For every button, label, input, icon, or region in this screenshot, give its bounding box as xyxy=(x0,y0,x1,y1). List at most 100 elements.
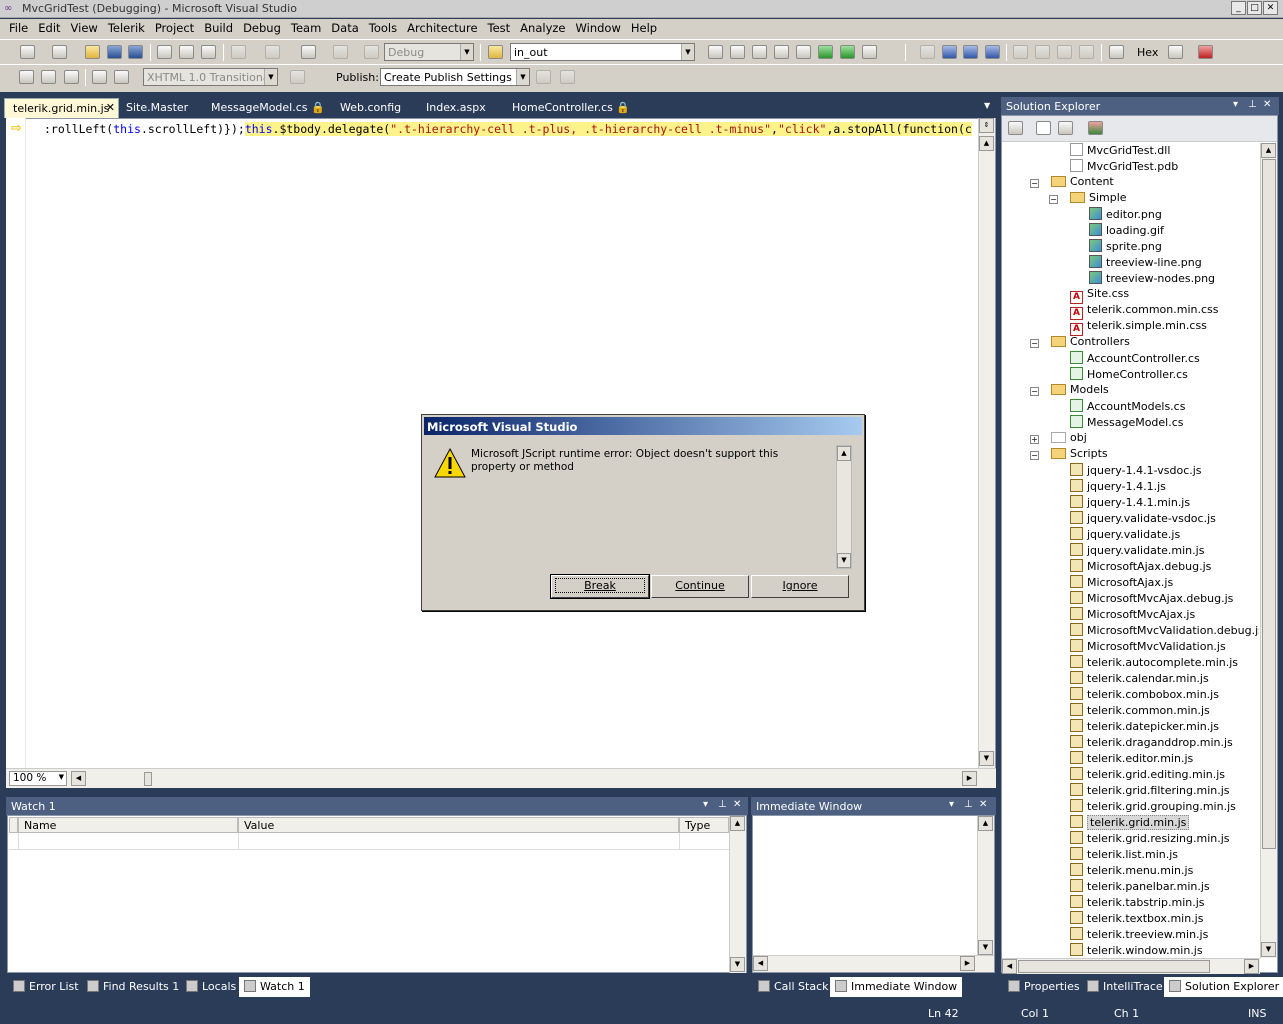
watch-empty-row[interactable] xyxy=(9,833,729,850)
stop-debugging-icon[interactable] xyxy=(963,45,978,59)
tree-item[interactable]: MvcGridTest.dll xyxy=(1070,143,1170,159)
scroll-down-icon[interactable]: ▼ xyxy=(979,751,994,766)
close-icon[interactable]: ✕ xyxy=(1263,99,1271,110)
tab-immediate-window[interactable]: Immediate Window xyxy=(830,977,963,997)
close-icon[interactable]: ✕ xyxy=(979,799,987,810)
tree-item[interactable]: telerik.datepicker.min.js xyxy=(1070,719,1219,735)
refresh-icon[interactable] xyxy=(1058,121,1073,135)
collapse-icon[interactable]: − xyxy=(1030,179,1039,188)
tab-call-stack[interactable]: Call Stack xyxy=(753,977,833,997)
scroll-up-icon[interactable]: ▲ xyxy=(730,816,745,831)
minimize-button[interactable]: _ xyxy=(1231,1,1246,15)
step-out-icon[interactable] xyxy=(1079,45,1094,59)
comment-icon[interactable] xyxy=(92,70,107,84)
menu-project[interactable]: Project xyxy=(150,19,199,35)
tree-item[interactable]: telerik.treeview.min.js xyxy=(1070,927,1208,943)
scroll-left-icon[interactable]: ◀ xyxy=(753,956,768,971)
tree-item[interactable]: treeview-line.png xyxy=(1089,255,1202,271)
tree-item[interactable]: A Site.css xyxy=(1070,287,1129,304)
window-position-icon[interactable]: ▾ xyxy=(1233,99,1238,110)
tree-item[interactable]: MicrosoftMvcAjax.js xyxy=(1070,607,1195,623)
class-diagram-icon[interactable] xyxy=(1088,121,1103,135)
tree-item[interactable]: MicrosoftMvcAjax.debug.js xyxy=(1070,591,1233,607)
tab-locals[interactable]: Locals xyxy=(181,977,241,997)
step-over-icon[interactable] xyxy=(1057,45,1072,59)
scroll-thumb[interactable] xyxy=(1262,159,1276,849)
menu-tools[interactable]: Tools xyxy=(364,19,402,35)
collapse-icon[interactable]: − xyxy=(1030,451,1039,460)
indent-icon[interactable] xyxy=(64,70,79,84)
column-type[interactable]: Type xyxy=(679,817,729,833)
tree-item[interactable]: treeview-nodes.png xyxy=(1089,271,1215,287)
command-window-icon[interactable] xyxy=(862,45,877,59)
tree-item[interactable]: jquery-1.4.1-vsdoc.js xyxy=(1070,463,1202,479)
zoom-select[interactable]: 100 % ▼ xyxy=(9,771,67,786)
properties-icon[interactable] xyxy=(730,45,745,59)
tools-icon[interactable] xyxy=(796,45,811,59)
navigate-forward-icon[interactable] xyxy=(333,45,348,59)
tree-item[interactable]: telerik.menu.min.js xyxy=(1070,863,1193,879)
tree-item[interactable]: Content xyxy=(1051,175,1114,191)
immediate-window-text[interactable]: ▲ ▼ ◀ ▶ xyxy=(752,815,995,973)
tab-site-master[interactable]: Site.Master xyxy=(118,98,196,118)
restore-button[interactable]: □ xyxy=(1247,1,1262,15)
solution-explorer-scrollbar[interactable]: ▲ ▼ xyxy=(1260,143,1277,958)
solution-configuration-select[interactable]: Debug ▼ xyxy=(384,43,474,61)
tree-item[interactable]: telerik.draganddrop.min.js xyxy=(1070,735,1233,751)
open-file-icon[interactable] xyxy=(85,45,100,59)
menu-test[interactable]: Test xyxy=(483,19,516,35)
tree-item[interactable]: telerik.list.min.js xyxy=(1070,847,1178,863)
tree-item[interactable]: HomeController.cs xyxy=(1070,367,1188,383)
watch-scrollbar[interactable]: ▲ ▼ xyxy=(729,816,746,973)
menu-build[interactable]: Build xyxy=(199,19,238,35)
tree-item[interactable]: sprite.png xyxy=(1089,239,1162,255)
tree-item[interactable]: MicrosoftAjax.js xyxy=(1070,575,1173,591)
cut-icon[interactable] xyxy=(157,45,172,59)
schema-select[interactable]: XHTML 1.0 Transitional ▼ xyxy=(143,68,278,86)
tree-item[interactable]: jquery.validate.js xyxy=(1070,527,1180,543)
solution-explorer-hscrollbar[interactable]: ◀ ▶ xyxy=(1002,958,1260,974)
copy-icon[interactable] xyxy=(179,45,194,59)
add-item-icon[interactable] xyxy=(52,45,67,59)
tree-item[interactable]: Controllers xyxy=(1051,335,1130,351)
tree-item[interactable]: AccountController.cs xyxy=(1070,351,1200,367)
paste-icon[interactable] xyxy=(201,45,216,59)
pin-icon[interactable]: ⊥ xyxy=(718,799,727,810)
tree-item[interactable]: Scripts xyxy=(1051,447,1108,463)
tree-item[interactable]: Atelerik.common.min.css xyxy=(1070,303,1219,320)
tree-item[interactable]: Atelerik.simple.min.css xyxy=(1070,319,1207,336)
scroll-down-icon[interactable]: ▼ xyxy=(1261,942,1276,957)
tree-item[interactable]: telerik.grid.filtering.min.js xyxy=(1070,783,1230,799)
column-value[interactable]: Value xyxy=(238,817,679,833)
scroll-down-icon[interactable]: ▼ xyxy=(837,553,851,568)
tree-item[interactable]: loading.gif xyxy=(1089,223,1164,239)
editor-vertical-scrollbar[interactable]: ⇕ ▲ ▼ xyxy=(978,118,995,768)
tree-item[interactable]: MicrosoftMvcValidation.debug.js xyxy=(1070,623,1259,639)
tree-item[interactable]: MicrosoftAjax.debug.js xyxy=(1070,559,1211,575)
menu-debug[interactable]: Debug xyxy=(238,19,286,35)
tree-item[interactable]: MessageModel.cs xyxy=(1070,415,1184,431)
tree-item[interactable]: telerik.window.min.js xyxy=(1070,943,1203,958)
scroll-left-icon[interactable]: ◀ xyxy=(71,771,86,786)
tree-item[interactable]: jquery.validate-vsdoc.js xyxy=(1070,511,1216,527)
close-icon[interactable]: ✕ xyxy=(106,101,115,114)
menu-architecture[interactable]: Architecture xyxy=(402,19,482,35)
tree-item[interactable]: telerik.grid.min.js xyxy=(1070,815,1190,831)
check-accessibility-icon[interactable] xyxy=(290,70,305,84)
collapse-icon[interactable]: − xyxy=(1030,387,1039,396)
hex-toggle[interactable]: Hex xyxy=(1137,46,1158,59)
menu-team[interactable]: Team xyxy=(286,19,326,35)
collapse-icon[interactable]: − xyxy=(1030,339,1039,348)
tree-item[interactable]: jquery.validate.min.js xyxy=(1070,543,1204,559)
editor-horizontal-scrollbar[interactable]: ◀ ▶ xyxy=(6,768,996,788)
tree-item[interactable]: jquery-1.4.1.js xyxy=(1070,479,1166,495)
menu-help[interactable]: Help xyxy=(626,19,662,35)
tree-item[interactable]: telerik.grid.resizing.min.js xyxy=(1070,831,1230,847)
continue-icon[interactable] xyxy=(920,45,935,59)
tab-error-list[interactable]: Error List xyxy=(8,977,84,997)
tab-watch-1[interactable]: Watch 1 xyxy=(239,977,310,997)
break-all-icon[interactable] xyxy=(942,45,957,59)
collapse-icon[interactable]: − xyxy=(1049,195,1058,204)
scroll-thumb[interactable] xyxy=(144,772,152,786)
tab-message-model[interactable]: MessageModel.cs 🔒 xyxy=(203,98,333,118)
